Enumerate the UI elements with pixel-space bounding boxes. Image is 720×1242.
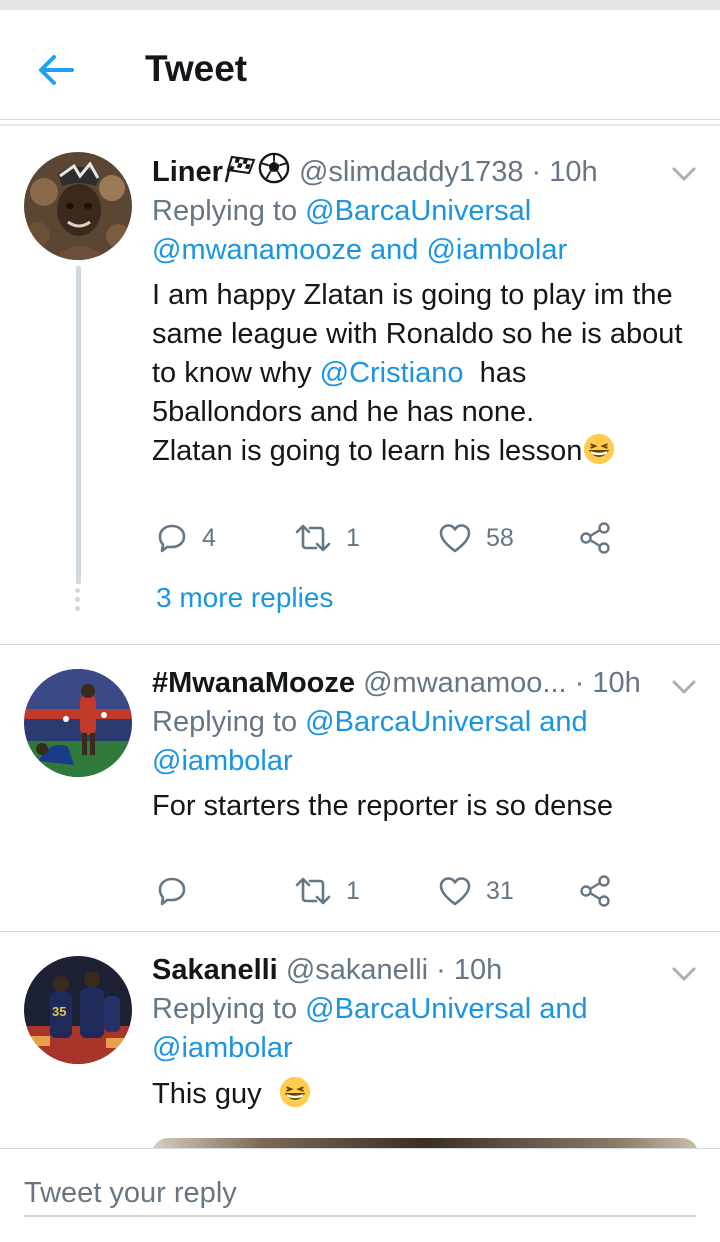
display-name[interactable]: Sakanelli (152, 954, 278, 986)
heart-icon (439, 524, 471, 553)
mention-link[interactable]: @mwanamooze (152, 234, 362, 266)
grinning-squinting-face-icon (584, 433, 615, 465)
share-icon (580, 875, 610, 907)
replying-to: Replying to @BarcaUniversal @mwanamooze … (152, 192, 567, 270)
soccer-ball-icon (258, 152, 290, 184)
tweet-header: #MwanaMooze @mwanamoo... · 10h (152, 667, 641, 700)
top-app-bar: Tweet (0, 10, 720, 120)
and-label: and (539, 706, 588, 738)
share-icon (580, 522, 610, 554)
tweet-text: For starters the reporter is so dense (152, 787, 613, 826)
replying-to-label: Replying to (152, 993, 298, 1025)
tweet-card[interactable]: Liner @slimdaddy1738 · 10h Replying to @… (0, 128, 720, 644)
retweet-icon (295, 877, 331, 905)
share-button[interactable] (578, 871, 612, 911)
back-button[interactable] (34, 48, 78, 92)
display-name[interactable]: Liner (152, 156, 223, 188)
tweet-header: Liner @slimdaddy1738 · 10h (152, 152, 598, 189)
mention-link[interactable]: @Cristiano (320, 357, 464, 389)
timestamp: 10h (592, 667, 641, 699)
tweet-text-line: This guy (152, 1078, 262, 1110)
tweet-actions: 4 1 58 (152, 518, 632, 558)
tweet-text: I am happy Zlatan is going to play im th… (152, 276, 682, 471)
tweet-header: Sakanelli @sakanelli · 10h (152, 954, 502, 987)
checkered-flag-icon (224, 155, 256, 183)
reply-count: 4 (202, 523, 216, 552)
reply-button[interactable] (156, 871, 188, 911)
mention-link[interactable]: @BarcaUniversal (305, 706, 531, 738)
share-button[interactable] (578, 518, 612, 558)
thread-dots (75, 588, 81, 615)
reply-icon (158, 877, 186, 906)
grinning-squinting-face-icon (279, 1076, 310, 1108)
tweet-text: This guy (152, 1075, 312, 1114)
user-handle[interactable]: @mwanamoo... (363, 667, 567, 699)
user-handle[interactable]: @sakanelli (286, 954, 428, 986)
dot-separator: · (574, 667, 585, 699)
mention-link[interactable]: @BarcaUniversal (305, 195, 531, 227)
avatar[interactable] (24, 152, 132, 260)
like-button[interactable]: 31 (438, 871, 514, 911)
chevron-down-icon[interactable] (670, 677, 698, 697)
tweet-text-line: has (479, 357, 527, 389)
more-replies-link[interactable]: 3 more replies (156, 582, 333, 614)
tweet-text-line: 5ballondors and he has none. (152, 396, 535, 428)
user-handle[interactable]: @slimdaddy1738 (299, 156, 524, 188)
mention-link[interactable]: @iambolar (426, 234, 567, 266)
avatar[interactable] (24, 669, 132, 777)
tweet-card[interactable]: 35 Sakanelli @sakanelli · 10h Replying t… (0, 932, 720, 1148)
status-bar (0, 0, 720, 10)
mention-link[interactable]: @iambolar (152, 745, 293, 777)
chevron-down-icon[interactable] (670, 164, 698, 184)
replying-to: Replying to @BarcaUniversal and @iambola… (152, 990, 588, 1068)
reply-button[interactable]: 4 (156, 518, 216, 558)
retweet-count: 1 (346, 523, 360, 552)
and-label: and (539, 993, 588, 1025)
avatar-jersey-number: 35 (52, 1004, 66, 1019)
replying-to-label: Replying to (152, 706, 298, 738)
header-divider (0, 124, 720, 126)
retweet-count: 1 (346, 876, 360, 905)
mention-link[interactable]: @BarcaUniversal (305, 993, 531, 1025)
like-button[interactable]: 58 (438, 518, 514, 558)
tweet-text-line: I am happy Zlatan is going to play im th… (152, 279, 673, 311)
thread-line (76, 266, 81, 584)
dot-separator: · (436, 954, 446, 986)
and-label: and (370, 234, 419, 266)
dot-separator: · (531, 156, 542, 188)
display-name[interactable]: #MwanaMooze (152, 667, 355, 699)
like-count: 31 (486, 876, 514, 905)
reply-icon (158, 524, 186, 553)
timestamp: 10h (549, 156, 598, 188)
tweet-text-line: same league with Ronaldo so he is about (152, 318, 683, 350)
reply-composer (0, 1148, 720, 1242)
like-count: 58 (486, 523, 514, 552)
replying-to: Replying to @BarcaUniversal and @iambola… (152, 703, 588, 781)
replying-to-label: Replying to (152, 195, 298, 227)
tweet-actions: 1 31 (152, 871, 632, 911)
tweet-text-line: to know why (152, 357, 312, 389)
tweet-card[interactable]: #MwanaMooze @mwanamoo... · 10h Replying … (0, 645, 720, 931)
retweet-button[interactable]: 1 (294, 518, 360, 558)
reply-input[interactable] (24, 1171, 696, 1217)
heart-icon (439, 877, 471, 906)
page-title: Tweet (145, 48, 248, 89)
timestamp: 10h (453, 954, 503, 986)
tweet-text-line: For starters the reporter is so dense (152, 790, 613, 822)
mention-link[interactable]: @iambolar (152, 1032, 293, 1064)
avatar[interactable]: 35 (24, 956, 132, 1064)
tweet-text-line: Zlatan is going to learn his lesson (152, 435, 583, 467)
arrow-left-icon (39, 55, 74, 85)
retweet-button[interactable]: 1 (294, 871, 360, 911)
retweet-icon (295, 524, 331, 552)
chevron-down-icon[interactable] (670, 964, 698, 984)
